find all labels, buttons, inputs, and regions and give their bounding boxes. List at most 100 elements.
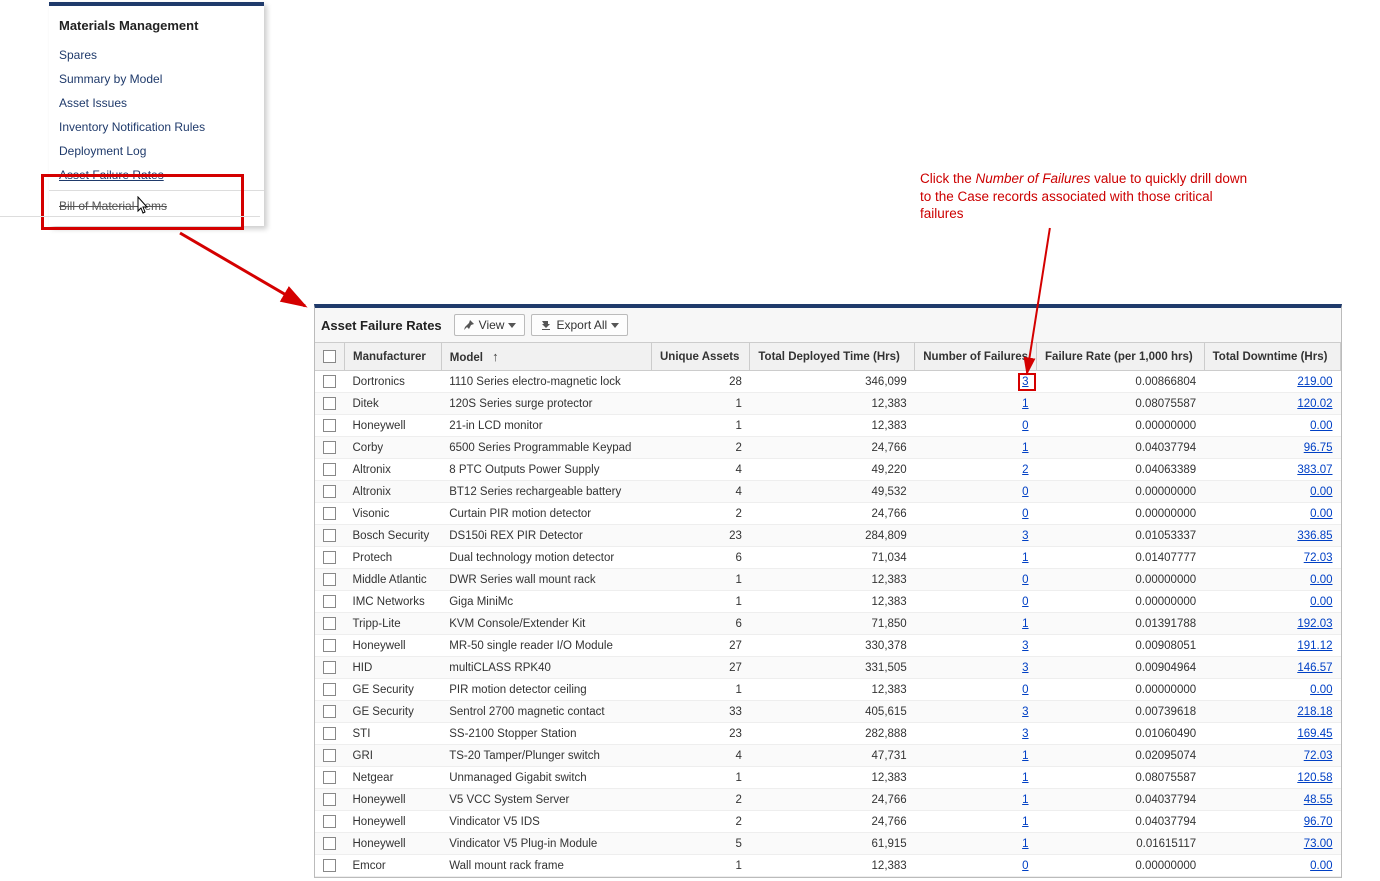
downtime-link[interactable]: 336.85 xyxy=(1297,530,1332,542)
row-checkbox[interactable] xyxy=(323,705,336,718)
col-unique-assets[interactable]: Unique Assets xyxy=(651,343,749,371)
row-checkbox[interactable] xyxy=(323,463,336,476)
col-model[interactable]: Model ↑ xyxy=(441,343,651,371)
sidebar-item-inventory-notification-rules[interactable]: Inventory Notification Rules xyxy=(49,115,264,139)
downtime-link[interactable]: 0.00 xyxy=(1310,860,1332,872)
col-deployed-time[interactable]: Total Deployed Time (Hrs) xyxy=(750,343,915,371)
failures-link[interactable]: 3 xyxy=(1022,662,1028,674)
downtime-link[interactable]: 96.75 xyxy=(1304,442,1333,454)
sidebar-item-asset-issues[interactable]: Asset Issues xyxy=(49,91,264,115)
failures-link[interactable]: 1 xyxy=(1022,398,1028,410)
col-manufacturer[interactable]: Manufacturer xyxy=(345,343,442,371)
row-checkbox[interactable] xyxy=(323,661,336,674)
col-failure-rate[interactable]: Failure Rate (per 1,000 hrs) xyxy=(1037,343,1205,371)
table-row: AltronixBT12 Series rechargeable battery… xyxy=(315,481,1341,503)
col-num-failures[interactable]: Number of Failures xyxy=(915,343,1037,371)
view-button[interactable]: View xyxy=(454,314,526,336)
failures-link[interactable]: 1 xyxy=(1022,816,1028,828)
failures-link[interactable]: 1 xyxy=(1022,750,1028,762)
sidebar-item-asset-failure-rates[interactable]: Asset Failure Rates xyxy=(49,163,264,187)
cell-deployed: 12,383 xyxy=(750,415,915,437)
row-checkbox[interactable] xyxy=(323,485,336,498)
failures-link[interactable]: 2 xyxy=(1022,464,1028,476)
downtime-link[interactable]: 169.45 xyxy=(1297,728,1332,740)
failures-link[interactable]: 0 xyxy=(1022,596,1028,608)
downtime-link[interactable]: 0.00 xyxy=(1310,486,1332,498)
cell-downtime: 0.00 xyxy=(1204,591,1340,613)
downtime-link[interactable]: 0.00 xyxy=(1310,574,1332,586)
failures-link[interactable]: 0 xyxy=(1022,860,1028,872)
failures-link[interactable]: 3 xyxy=(1022,640,1028,652)
downtime-link[interactable]: 0.00 xyxy=(1310,684,1332,696)
cell-deployed: 71,034 xyxy=(750,547,915,569)
failures-link[interactable]: 3 xyxy=(1022,706,1028,718)
failures-link[interactable]: 1 xyxy=(1022,618,1028,630)
row-checkbox[interactable] xyxy=(323,529,336,542)
downtime-link[interactable]: 219.00 xyxy=(1297,376,1332,388)
row-checkbox[interactable] xyxy=(323,507,336,520)
failures-link[interactable]: 0 xyxy=(1022,684,1028,696)
row-checkbox[interactable] xyxy=(323,617,336,630)
cell-model: Giga MiniMc xyxy=(441,591,651,613)
row-checkbox[interactable] xyxy=(323,397,336,410)
downtime-link[interactable]: 72.03 xyxy=(1304,552,1333,564)
sidebar-item-bill-of-material-items[interactable]: Bill of Material Items xyxy=(49,194,264,218)
failures-link[interactable]: 1 xyxy=(1022,838,1028,850)
downtime-link[interactable]: 191.12 xyxy=(1297,640,1332,652)
downtime-link[interactable]: 120.02 xyxy=(1297,398,1332,410)
failures-link[interactable]: 0 xyxy=(1022,574,1028,586)
failures-link[interactable]: 3 xyxy=(1022,728,1028,740)
row-checkbox[interactable] xyxy=(323,771,336,784)
sidebar-item-summary-by-model[interactable]: Summary by Model xyxy=(49,67,264,91)
row-checkbox[interactable] xyxy=(323,375,336,388)
cell-downtime: 0.00 xyxy=(1204,503,1340,525)
failures-link[interactable]: 1 xyxy=(1022,552,1028,564)
checkbox-icon[interactable] xyxy=(323,350,336,363)
cell-assets: 1 xyxy=(651,415,749,437)
row-checkbox[interactable] xyxy=(323,441,336,454)
cell-failures: 0 xyxy=(915,415,1037,437)
failures-link[interactable]: 3 xyxy=(1022,530,1028,542)
downtime-link[interactable]: 0.00 xyxy=(1310,420,1332,432)
col-total-downtime[interactable]: Total Downtime (Hrs) xyxy=(1204,343,1340,371)
row-checkbox[interactable] xyxy=(323,793,336,806)
row-checkbox[interactable] xyxy=(323,639,336,652)
row-checkbox[interactable] xyxy=(323,595,336,608)
select-all-header[interactable] xyxy=(315,343,345,371)
downtime-link[interactable]: 48.55 xyxy=(1304,794,1333,806)
cell-assets: 5 xyxy=(651,833,749,855)
failures-link[interactable]: 0 xyxy=(1022,420,1028,432)
downtime-link[interactable]: 0.00 xyxy=(1310,596,1332,608)
downtime-link[interactable]: 96.70 xyxy=(1304,816,1333,828)
row-checkbox[interactable] xyxy=(323,859,336,872)
export-all-button[interactable]: Export All xyxy=(531,314,628,336)
downtime-link[interactable]: 218.18 xyxy=(1297,706,1332,718)
failures-link[interactable]: 3 xyxy=(1022,376,1028,388)
failures-link[interactable]: 0 xyxy=(1022,508,1028,520)
cell-manufacturer: STI xyxy=(345,723,442,745)
failures-link[interactable]: 1 xyxy=(1022,772,1028,784)
row-checkbox[interactable] xyxy=(323,419,336,432)
downtime-link[interactable]: 146.57 xyxy=(1297,662,1332,674)
downtime-link[interactable]: 120.58 xyxy=(1297,772,1332,784)
row-checkbox[interactable] xyxy=(323,683,336,696)
row-checkbox[interactable] xyxy=(323,551,336,564)
failures-link[interactable]: 1 xyxy=(1022,794,1028,806)
failures-link[interactable]: 1 xyxy=(1022,442,1028,454)
downtime-link[interactable]: 383.07 xyxy=(1297,464,1332,476)
row-checkbox[interactable] xyxy=(323,749,336,762)
row-checkbox[interactable] xyxy=(323,815,336,828)
failures-link[interactable]: 0 xyxy=(1022,486,1028,498)
row-checkbox[interactable] xyxy=(323,573,336,586)
sidebar-item-spares[interactable]: Spares xyxy=(49,43,264,67)
row-checkbox[interactable] xyxy=(323,727,336,740)
downtime-link[interactable]: 192.03 xyxy=(1297,618,1332,630)
sidebar-item-deployment-log[interactable]: Deployment Log xyxy=(49,139,264,163)
cell-assets: 1 xyxy=(651,679,749,701)
cell-rate: 0.01615117 xyxy=(1037,833,1205,855)
downtime-link[interactable]: 0.00 xyxy=(1310,508,1332,520)
downtime-link[interactable]: 72.03 xyxy=(1304,750,1333,762)
downtime-link[interactable]: 73.00 xyxy=(1304,838,1333,850)
row-checkbox[interactable] xyxy=(323,837,336,850)
cell-manufacturer: Altronix xyxy=(345,459,442,481)
